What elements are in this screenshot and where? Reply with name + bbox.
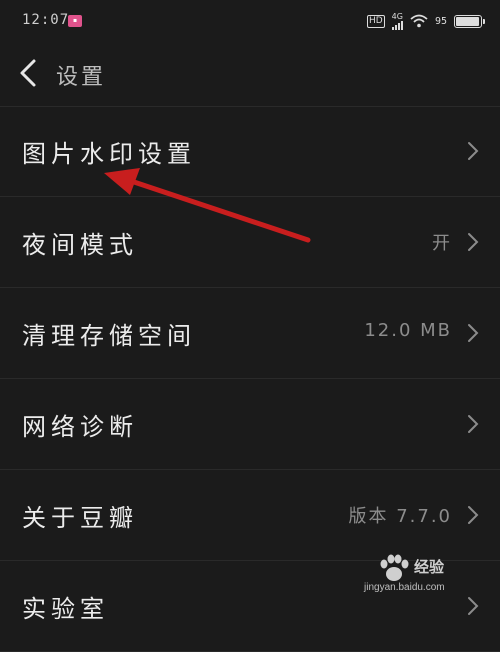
back-arrow-icon[interactable] [14, 56, 44, 90]
settings-item-label: 网络诊断 [22, 413, 138, 441]
watermark-name: 经验 [414, 558, 445, 576]
app-notification-icon: ▪ [68, 15, 82, 27]
chevron-right-icon [468, 597, 479, 615]
status-time: 12:07 [22, 12, 70, 28]
watermark-url: jingyan.baidu.com [364, 582, 445, 593]
settings-item-label: 图片水印设置 [22, 140, 196, 168]
chevron-right-icon [468, 142, 479, 160]
wifi-icon [410, 14, 428, 28]
settings-item-watermark[interactable]: 图片水印设置 [0, 106, 500, 197]
status-bar: 12:07 ▪ HD 4G 95 [0, 0, 500, 44]
battery-fill [456, 16, 479, 26]
settings-item-network-diagnosis[interactable]: 网络诊断 [0, 379, 500, 470]
chevron-right-icon [468, 506, 479, 524]
status-icons: HD 4G 95 [366, 10, 485, 32]
hd-icon: HD [366, 14, 385, 28]
settings-item-label: 实验室 [22, 595, 109, 623]
chevron-right-icon [468, 415, 479, 433]
page-title: 设置 [56, 65, 107, 90]
cellular-signal-icon: 4G [391, 11, 403, 30]
settings-item-clear-storage[interactable]: 清理存储空间 12.0 MB [0, 288, 500, 379]
settings-item-value: 版本 7.7.0 [348, 506, 452, 527]
settings-item-about[interactable]: 关于豆瓣 版本 7.7.0 [0, 470, 500, 561]
settings-item-value: 12.0 MB [364, 320, 452, 341]
watermark-logo: 经验 jingyan.baidu.com [364, 552, 476, 596]
battery-percent: 95 [434, 15, 447, 27]
network-type-label: 4G [391, 11, 403, 21]
paw-icon [380, 554, 409, 581]
chevron-right-icon [468, 233, 479, 251]
battery-icon [454, 14, 485, 28]
settings-item-value: 开 [432, 233, 452, 254]
settings-item-label: 清理存储空间 [22, 322, 196, 350]
nav-bar: 设置 [0, 44, 500, 107]
chevron-right-icon [468, 324, 479, 342]
settings-item-night-mode[interactable]: 夜间模式 开 [0, 197, 500, 288]
settings-item-label: 关于豆瓣 [22, 504, 138, 532]
settings-item-label: 夜间模式 [22, 231, 138, 259]
